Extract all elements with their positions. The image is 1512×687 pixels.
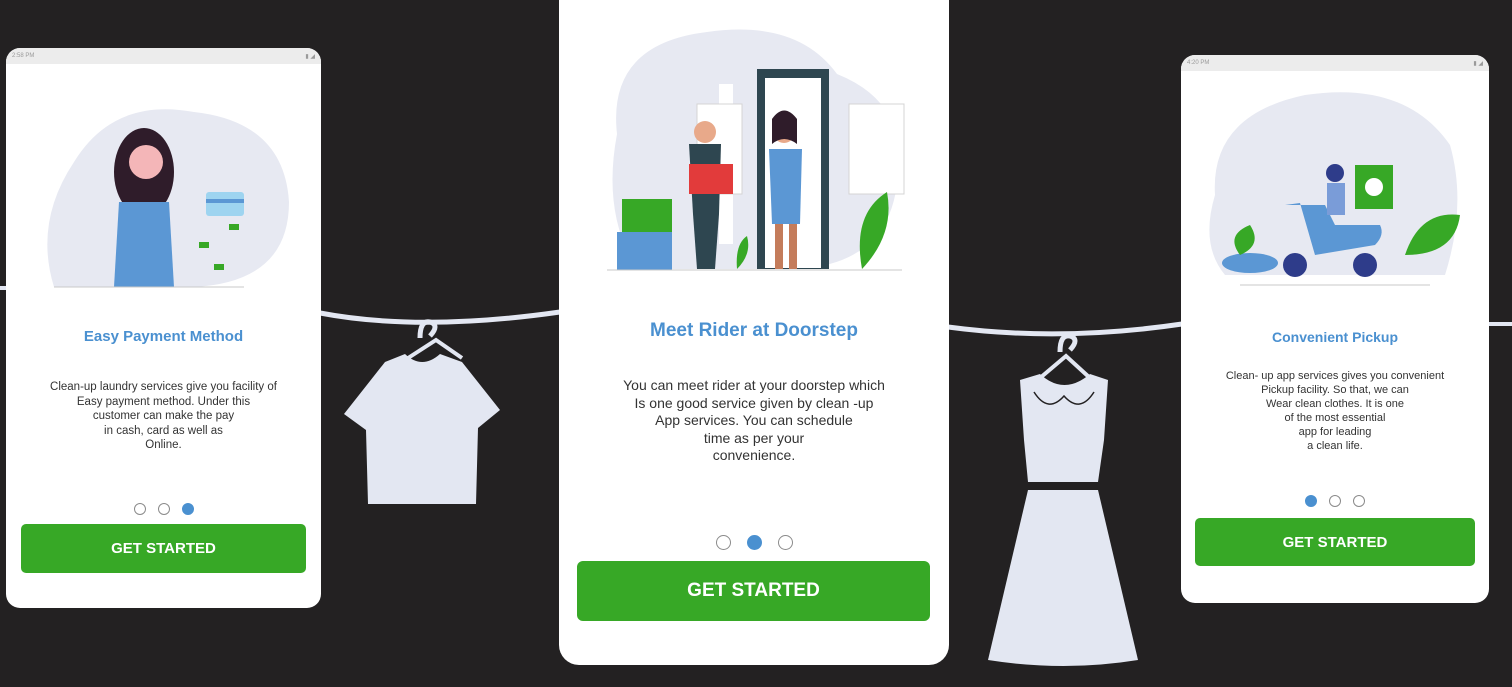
screen-title: Convenient Pickup (1271, 329, 1399, 345)
get-started-button[interactable]: GET STARTED (1195, 518, 1475, 566)
page-dot[interactable] (715, 535, 731, 550)
screen-description: Clean- up app services gives you conveni… (1225, 370, 1445, 452)
page-dot[interactable] (777, 535, 793, 550)
dress-icon (988, 333, 1138, 666)
page-dot-active[interactable] (181, 503, 194, 515)
battery-icon: ▮ ◢ (305, 53, 315, 60)
onboarding-screen-payment: 2:58 PM ▮ ◢ Easy Payment Method Clean-up… (6, 48, 321, 608)
screen-title: Easy Payment Method (83, 328, 244, 345)
status-bar: 2:58 PM ▮ ◢ (6, 48, 321, 64)
screen-description: You can meet rider at your doorstep whic… (623, 377, 885, 463)
onboarding-screen-pickup: 4:20 PM ▮ ◢ Convenient Pickup Clean- up … (1181, 55, 1489, 603)
page-dot[interactable] (157, 503, 170, 515)
onboarding-screen-rider: Meet Rider at Doorstep You can meet ride… (559, 0, 949, 665)
screen-description: Clean-up laundry services give you facil… (50, 381, 277, 451)
page-dot-active[interactable] (1305, 495, 1317, 507)
page-dot[interactable] (133, 503, 146, 515)
page-dot[interactable] (1353, 495, 1365, 507)
page-indicator (1181, 495, 1489, 507)
get-started-button[interactable]: GET STARTED (21, 524, 306, 573)
get-started-button[interactable]: GET STARTED (577, 561, 930, 621)
screen-title: Meet Rider at Doorstep (650, 320, 858, 341)
status-time: 4:20 PM (1187, 60, 1210, 66)
page-indicator (6, 503, 321, 515)
page-indicator (559, 535, 949, 550)
pickup-illustration (1209, 92, 1460, 286)
payment-illustration (47, 109, 290, 288)
rider-illustration (607, 29, 905, 271)
status-bar: 4:20 PM ▮ ◢ (1181, 55, 1489, 71)
t-shirt-icon (344, 319, 500, 504)
page-dot-active[interactable] (746, 535, 762, 550)
battery-icon: ▮ ◢ (1473, 60, 1483, 67)
page-dot[interactable] (1329, 495, 1341, 507)
status-time: 2:58 PM (12, 53, 35, 59)
